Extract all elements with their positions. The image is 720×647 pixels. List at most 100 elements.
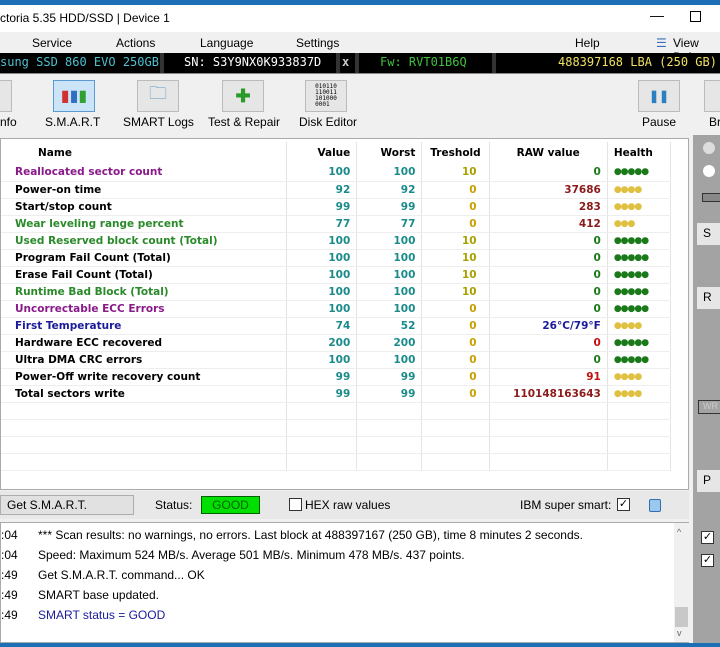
- table-row[interactable]: Runtime Bad Block (Total) 100 100 10 0 ●…: [1, 283, 672, 301]
- scroll-down-icon[interactable]: v: [677, 628, 682, 638]
- table-row[interactable]: Power-on time 92 92 0 37686 ●●●●: [1, 181, 672, 199]
- info-button[interactable]: [0, 80, 12, 112]
- menu-language[interactable]: Language: [200, 36, 253, 50]
- info-label: nfo: [0, 115, 17, 129]
- device-firmware: Fw: RVT01B6Q: [380, 55, 467, 69]
- table-row[interactable]: Erase Fail Count (Total) 100 100 10 0 ●●…: [1, 266, 672, 284]
- col-raw[interactable]: RAW value: [489, 142, 608, 164]
- attr-name: Reallocated sector count: [1, 164, 288, 182]
- device-serial: SN: S3Y9NX0K933837D: [184, 55, 322, 69]
- empty-row: [1, 436, 672, 454]
- health-dots-icon: ●●●●: [607, 385, 672, 403]
- status-bar: Get S.M.A.R.T. Status: GOOD HEX raw valu…: [0, 491, 689, 519]
- folder-icon: 🗀: [149, 83, 167, 103]
- disk-editor-button[interactable]: 010110 110011 101000 0001: [305, 80, 347, 112]
- log-time: :49: [1, 588, 18, 602]
- break-button[interactable]: [704, 80, 720, 112]
- attr-value: 77: [286, 215, 358, 233]
- menu-settings[interactable]: Settings: [296, 36, 339, 50]
- right-checkbox-1[interactable]: ✓: [701, 531, 714, 544]
- col-threshold[interactable]: Treshold: [421, 142, 490, 164]
- attr-threshold: 10: [421, 249, 490, 267]
- table-row[interactable]: Reallocated sector count 100 100 10 0 ●●…: [1, 164, 672, 182]
- hex-raw-label: HEX raw values: [305, 498, 391, 512]
- attr-threshold: 0: [421, 334, 490, 352]
- table-row[interactable]: Ultra DMA CRC errors 100 100 0 0 ●●●●●: [1, 351, 672, 369]
- attr-worst: 92: [356, 181, 423, 199]
- health-dots-icon: ●●●●: [607, 317, 672, 335]
- pause-button[interactable]: ❚❚: [638, 80, 680, 112]
- smart-button[interactable]: ▮▮▮: [53, 80, 95, 112]
- attr-value: 100: [286, 351, 358, 369]
- log-text: Speed: Maximum 524 MB/s. Average 501 MB/…: [38, 548, 465, 562]
- indicator: [702, 193, 720, 202]
- attr-worst: 100: [356, 283, 423, 301]
- smart-logs-label: SMART Logs: [123, 115, 194, 129]
- menu-actions[interactable]: Actions: [116, 36, 155, 50]
- attr-raw: 0: [489, 232, 608, 250]
- log-text: SMART status = GOOD: [38, 608, 166, 622]
- menu-help[interactable]: Help: [575, 36, 600, 50]
- attr-raw: 0: [489, 334, 608, 352]
- health-dots-icon: ●●●●: [607, 368, 672, 386]
- table-row[interactable]: Hardware ECC recovered 200 200 0 0 ●●●●●: [1, 334, 672, 352]
- maximize-button[interactable]: [690, 11, 701, 22]
- attr-threshold: 0: [421, 317, 490, 335]
- log-text: SMART base updated.: [38, 588, 159, 602]
- right-button-p[interactable]: P: [697, 470, 720, 492]
- attr-worst: 200: [356, 334, 423, 352]
- table-row[interactable]: Power-Off write recovery count 99 99 0 9…: [1, 368, 672, 386]
- health-dots-icon: ●●●●●: [607, 266, 672, 284]
- get-smart-button[interactable]: Get S.M.A.R.T.: [0, 495, 134, 515]
- table-row[interactable]: Start/stop count 99 99 0 283 ●●●●: [1, 198, 672, 216]
- right-button-r[interactable]: R: [697, 287, 720, 309]
- right-button-s[interactable]: S: [697, 223, 720, 245]
- close-device-button[interactable]: x: [342, 55, 349, 69]
- disk-editor-label: Disk Editor: [299, 115, 358, 129]
- status-badge: GOOD: [201, 496, 260, 514]
- radio-1[interactable]: [703, 142, 715, 154]
- table-row[interactable]: Program Fail Count (Total) 100 100 10 0 …: [1, 249, 672, 267]
- health-dots-icon: ●●●●●: [607, 283, 672, 301]
- right-checkbox-2[interactable]: ✓: [701, 554, 714, 567]
- device-model[interactable]: sung SSD 860 EVO 250GB: [0, 55, 159, 69]
- attr-worst: 100: [356, 351, 423, 369]
- attr-worst: 100: [356, 164, 423, 182]
- col-value[interactable]: Value: [286, 142, 358, 164]
- test-repair-button[interactable]: ✚: [222, 80, 264, 112]
- first-aid-icon: ✚: [235, 85, 251, 106]
- scroll-up-icon[interactable]: ^: [677, 527, 681, 537]
- attr-raw: 110148163643: [489, 385, 608, 403]
- attr-threshold: 0: [421, 198, 490, 216]
- attr-value: 100: [286, 232, 358, 250]
- col-health[interactable]: Health: [607, 142, 672, 164]
- health-dots-icon: ●●●: [607, 215, 672, 233]
- table-row[interactable]: Wear leveling range percent 77 77 0 412 …: [1, 215, 672, 233]
- table-row[interactable]: Used Reserved block count (Total) 100 10…: [1, 232, 672, 250]
- ibm-super-smart-checkbox[interactable]: ✓: [617, 498, 630, 511]
- attr-value: 100: [286, 164, 358, 182]
- menu-service[interactable]: Service: [32, 36, 72, 50]
- col-name[interactable]: Name: [1, 142, 288, 164]
- toolbar: nfo ▮▮▮ S.M.A.R.T 🗀 SMART Logs ✚ Test & …: [0, 75, 720, 135]
- smart-logs-button[interactable]: 🗀: [137, 80, 179, 112]
- scroll-thumb[interactable]: [675, 607, 688, 627]
- attr-name: Start/stop count: [1, 198, 288, 216]
- table-row[interactable]: Total sectors write 99 99 0 110148163643…: [1, 385, 672, 403]
- color-indicator[interactable]: [649, 499, 661, 512]
- attr-name: Used Reserved block count (Total): [1, 232, 288, 250]
- log-text: Get S.M.A.R.T. command... OK: [38, 568, 205, 582]
- col-worst[interactable]: Worst: [356, 142, 423, 164]
- attr-threshold: 0: [421, 215, 490, 233]
- hex-raw-checkbox[interactable]: [289, 498, 302, 511]
- attr-name: Hardware ECC recovered: [1, 334, 288, 352]
- attr-threshold: 10: [421, 164, 490, 182]
- table-row[interactable]: First Temperature 74 52 0 26°C/79°F ●●●●: [1, 317, 672, 335]
- log-scrollbar[interactable]: ^ v: [674, 523, 689, 642]
- minimize-button[interactable]: —: [650, 7, 664, 23]
- attr-raw: 0: [489, 283, 608, 301]
- pause-icon: ❚❚: [648, 89, 670, 103]
- attr-name: Program Fail Count (Total): [1, 249, 288, 267]
- table-row[interactable]: Uncorrectable ECC Errors 100 100 0 0 ●●●…: [1, 300, 672, 318]
- radio-2[interactable]: [703, 165, 715, 177]
